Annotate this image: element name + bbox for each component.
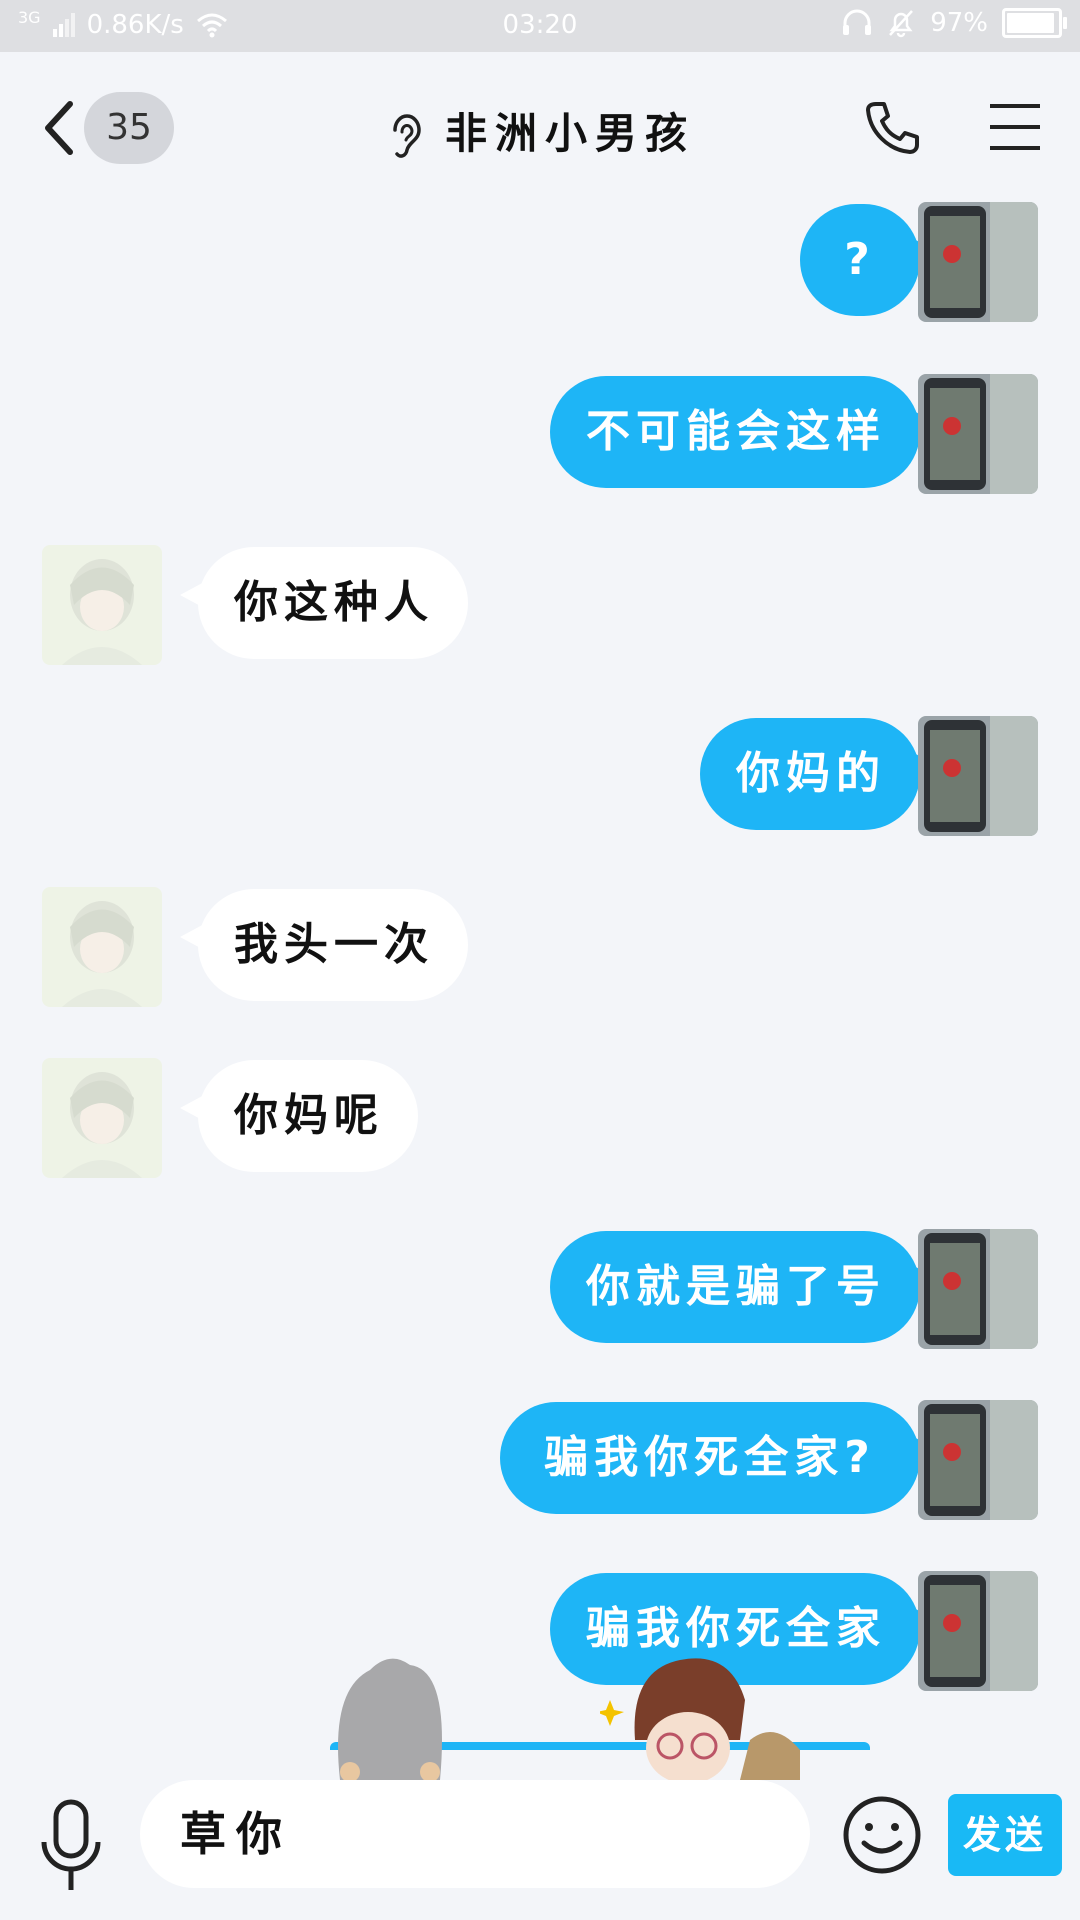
message-outgoing: ? [0, 202, 1080, 322]
bell-off-icon [889, 10, 914, 38]
battery-fill [1007, 13, 1054, 33]
message-incoming: 你这种人 [0, 545, 1080, 665]
my-avatar[interactable] [918, 716, 1038, 836]
ear-icon [393, 113, 421, 158]
my-avatar[interactable] [918, 1400, 1038, 1520]
glasses-boy-sticker-icon [600, 1658, 800, 1780]
message-bubble[interactable]: 你这种人 [180, 547, 468, 659]
my-avatar[interactable] [918, 202, 1038, 322]
message-bubble[interactable]: 你妈的 [700, 718, 938, 830]
gray-hair-sticker-icon [338, 1658, 442, 1780]
my-avatar[interactable] [918, 1229, 1038, 1349]
clock: 03:20 [502, 10, 578, 40]
chat-header: 35 非洲小男孩 [0, 52, 1080, 202]
message-outgoing: 不可能会这样 [0, 374, 1080, 494]
battery-percent: 97% [930, 8, 988, 38]
mic-icon[interactable] [36, 1798, 106, 1898]
peeking-stickers [300, 1650, 820, 1780]
emoji-icon[interactable] [842, 1795, 922, 1875]
message-bubble[interactable]: 你就是骗了号 [550, 1231, 938, 1343]
contact-avatar[interactable] [42, 887, 162, 1007]
message-outgoing: 你就是骗了号 [0, 1229, 1080, 1349]
message-bubble[interactable]: 我头一次 [180, 889, 468, 1001]
message-incoming: 你妈呢 [0, 1058, 1080, 1178]
my-avatar[interactable] [918, 1571, 1038, 1691]
message-list[interactable]: ? 不可能会这样 你这种人 你妈的 我头一次 你妈呢 你就是骗了号 骗我你死全家… [0, 202, 1080, 1750]
headset-icon [843, 9, 872, 35]
menu-icon[interactable] [988, 102, 1042, 152]
input-bar: 草你 发送 [0, 1780, 1080, 1920]
message-bubble[interactable]: ? [800, 204, 938, 316]
message-outgoing: 骗我你死全家? [0, 1400, 1080, 1520]
status-bar: 3G 0.86K/s 03:20 97% [0, 0, 1080, 52]
message-outgoing: 你妈的 [0, 716, 1080, 836]
message-bubble[interactable]: 你妈呢 [180, 1060, 418, 1172]
phone-icon[interactable] [862, 98, 922, 158]
contact-avatar[interactable] [42, 545, 162, 665]
message-input[interactable]: 草你 [140, 1780, 810, 1888]
battery-icon [1002, 8, 1067, 38]
my-avatar[interactable] [918, 374, 1038, 494]
send-button[interactable]: 发送 [948, 1794, 1062, 1876]
chat-title-text: 非洲小男孩 [444, 109, 695, 158]
contact-avatar[interactable] [42, 1058, 162, 1178]
message-bubble[interactable]: 骗我你死全家? [500, 1402, 938, 1514]
message-incoming: 我头一次 [0, 887, 1080, 1007]
message-bubble[interactable]: 不可能会这样 [550, 376, 938, 488]
